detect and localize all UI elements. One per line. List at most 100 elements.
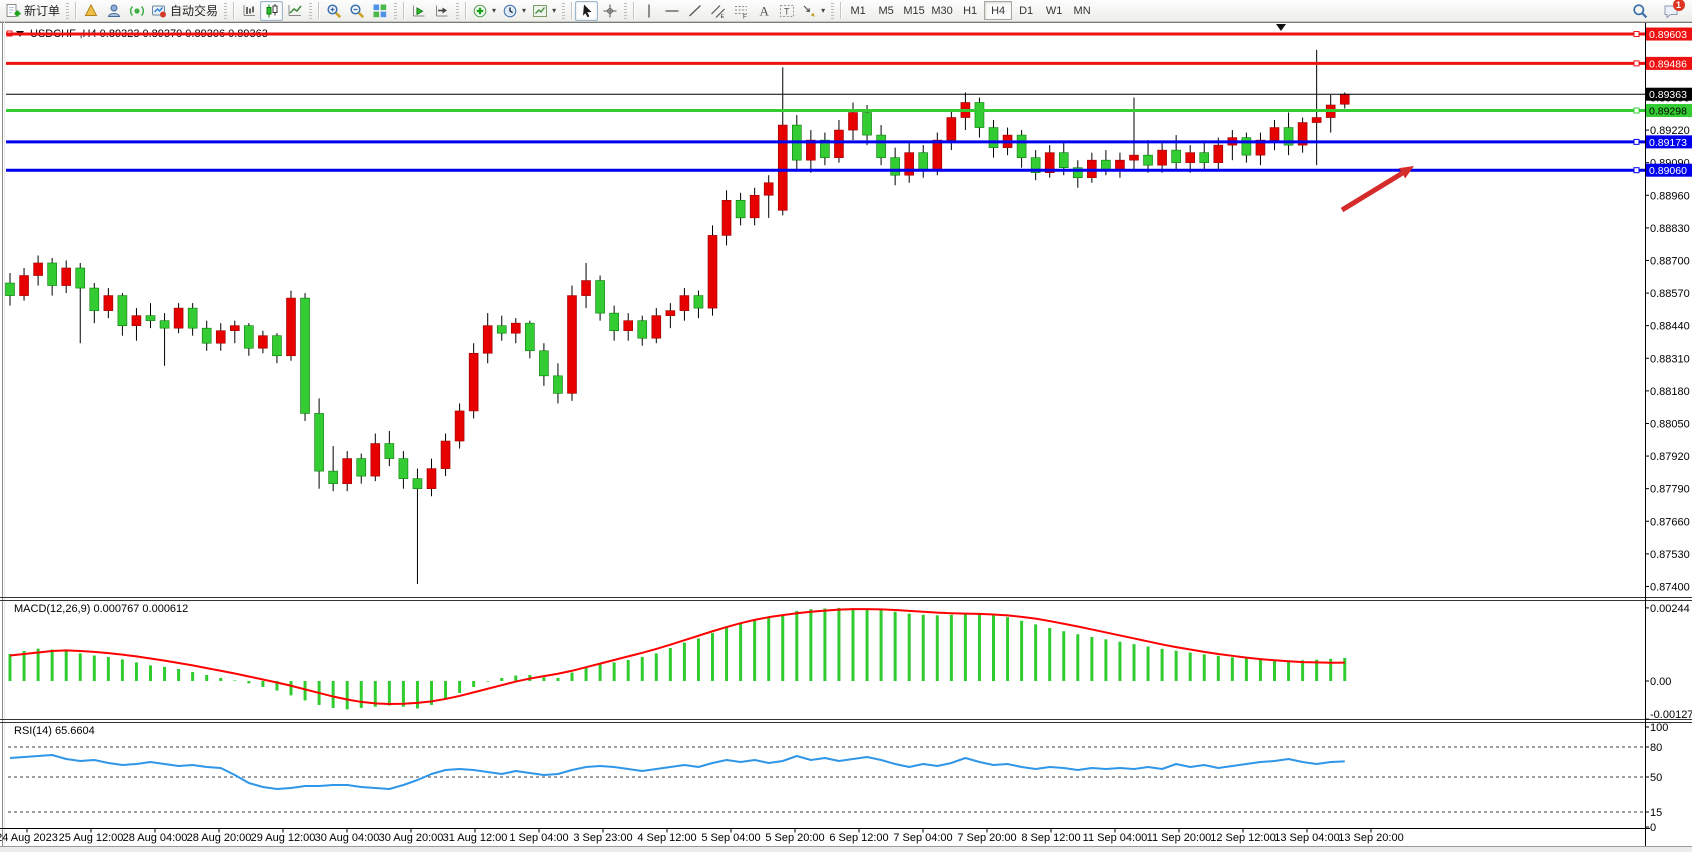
tile-windows-button[interactable] <box>368 1 391 21</box>
periods-icon <box>502 3 518 19</box>
toolbar-grip <box>831 3 834 19</box>
cursor-icon <box>579 3 595 19</box>
time-label: 5 Sep 20:00 <box>765 832 824 844</box>
candle-body <box>553 376 562 394</box>
arrows-button[interactable]: ▾ <box>798 1 828 21</box>
toolbar-separator <box>75 2 76 19</box>
signals-button[interactable] <box>125 1 148 21</box>
tf-m15[interactable]: M15 <box>900 1 928 20</box>
tf-mn[interactable]: MN <box>1068 1 1096 20</box>
candle-body <box>694 296 703 309</box>
trendline-button[interactable] <box>683 1 706 21</box>
channel-button[interactable]: E <box>706 1 729 21</box>
chart-shift-button[interactable] <box>430 1 453 21</box>
auto-scroll-icon <box>411 3 427 19</box>
candle-body <box>1130 155 1139 160</box>
horizontal-line-button[interactable] <box>660 1 683 21</box>
tf-w1[interactable]: W1 <box>1040 1 1068 20</box>
zoom-out-button[interactable] <box>345 1 368 21</box>
price-tag-0.89363: 0.89363 <box>1646 88 1692 102</box>
macd-label: MACD(12,26,9) 0.000767 0.000612 <box>14 603 188 615</box>
candle-body <box>610 313 619 331</box>
crosshair-button[interactable] <box>598 1 621 21</box>
candle-body <box>34 263 43 276</box>
tile-windows-icon <box>372 3 388 19</box>
chart-window[interactable]: 0.896100.894800.893500.892200.890900.889… <box>0 0 1692 852</box>
time-label: 8 Sep 12:00 <box>1021 832 1080 844</box>
indicators-button[interactable]: ▾ <box>469 1 499 21</box>
time-label: 11 Sep 04:00 <box>1083 832 1148 844</box>
chat-button[interactable]: 1 <box>1659 1 1682 21</box>
candle-body <box>1270 128 1279 141</box>
tf-h1-label: H1 <box>963 5 977 17</box>
dropdown-caret-icon: ▾ <box>552 6 556 15</box>
svg-text:0.88960: 0.88960 <box>1650 190 1690 202</box>
price-line-handle[interactable] <box>1634 61 1639 66</box>
candles-chart-button[interactable] <box>260 1 283 21</box>
svg-text:T: T <box>784 6 790 16</box>
price-tag-0.89298: 0.89298 <box>1646 104 1692 118</box>
candle-body <box>989 128 998 148</box>
svg-text:0.87790: 0.87790 <box>1650 484 1690 496</box>
tf-m5[interactable]: M5 <box>872 1 900 20</box>
candle-body <box>539 351 548 376</box>
price-line-handle[interactable] <box>1634 139 1639 144</box>
tf-h4[interactable]: H4 <box>984 1 1012 20</box>
candle-body <box>413 479 422 489</box>
chat-icon: 1 <box>1663 3 1679 19</box>
candle-body <box>722 200 731 235</box>
auto-scroll-button[interactable] <box>407 1 430 21</box>
candle-body <box>877 135 886 158</box>
search-button[interactable] <box>1628 1 1651 21</box>
candle-body <box>469 353 478 411</box>
candle-body <box>287 298 296 356</box>
svg-text:0.00244: 0.00244 <box>1650 603 1690 615</box>
fibonacci-button[interactable]: F <box>729 1 752 21</box>
vertical-line-button[interactable] <box>637 1 660 21</box>
text-button[interactable]: A <box>752 1 775 21</box>
candle-body <box>975 102 984 127</box>
candle-body <box>680 296 689 311</box>
svg-text:A: A <box>759 3 769 18</box>
time-label: 13 Sep 04:00 <box>1274 832 1339 844</box>
candle-body <box>301 298 310 413</box>
periods-button[interactable]: ▾ <box>499 1 529 21</box>
candle-body <box>1214 145 1223 163</box>
price-line-handle[interactable] <box>1634 168 1639 173</box>
autotrade-button[interactable]: 自动交易 <box>148 1 221 21</box>
line-chart-button[interactable] <box>283 1 306 21</box>
tf-m30[interactable]: M30 <box>928 1 956 20</box>
notification-badge: 1 <box>1673 0 1685 11</box>
cursor-button[interactable] <box>575 1 598 21</box>
mql-button[interactable] <box>79 1 102 21</box>
toolbar: 新订单自动交易▾▾▾EFAT▾M1M5M15M30H1H4D1W1MN1 <box>0 0 1692 22</box>
profile-button[interactable] <box>102 1 125 21</box>
tf-m1[interactable]: M1 <box>844 1 872 20</box>
tf-h1[interactable]: H1 <box>956 1 984 20</box>
candles-icon <box>264 3 280 19</box>
candle-body <box>244 326 253 349</box>
fibonacci-icon: F <box>733 3 749 19</box>
crosshair-icon <box>602 3 618 19</box>
new-order-button[interactable]: 新订单 <box>2 1 63 21</box>
candle-body <box>764 183 773 196</box>
candle-body <box>1017 135 1026 158</box>
toolbar-grip <box>224 3 227 19</box>
time-label: 28 Aug 20:00 <box>187 832 252 844</box>
time-label: 31 Aug 12:00 <box>443 832 508 844</box>
time-label: 3 Sep 23:00 <box>573 832 632 844</box>
svg-text:0: 0 <box>1650 822 1656 834</box>
tf-d1[interactable]: D1 <box>1012 1 1040 20</box>
candle-body <box>933 140 942 170</box>
candle-body <box>385 444 394 459</box>
price-line-handle[interactable] <box>1634 32 1639 37</box>
candle-body <box>441 441 450 469</box>
templates-button[interactable]: ▾ <box>529 1 559 21</box>
zoom-in-button[interactable] <box>322 1 345 21</box>
bars-chart-button[interactable] <box>237 1 260 21</box>
price-line-handle[interactable] <box>1634 108 1639 113</box>
text-label-button[interactable]: T <box>775 1 798 21</box>
svg-text:0.89603: 0.89603 <box>1649 29 1687 41</box>
status-strip <box>0 847 1692 852</box>
svg-text:80: 80 <box>1650 742 1662 754</box>
